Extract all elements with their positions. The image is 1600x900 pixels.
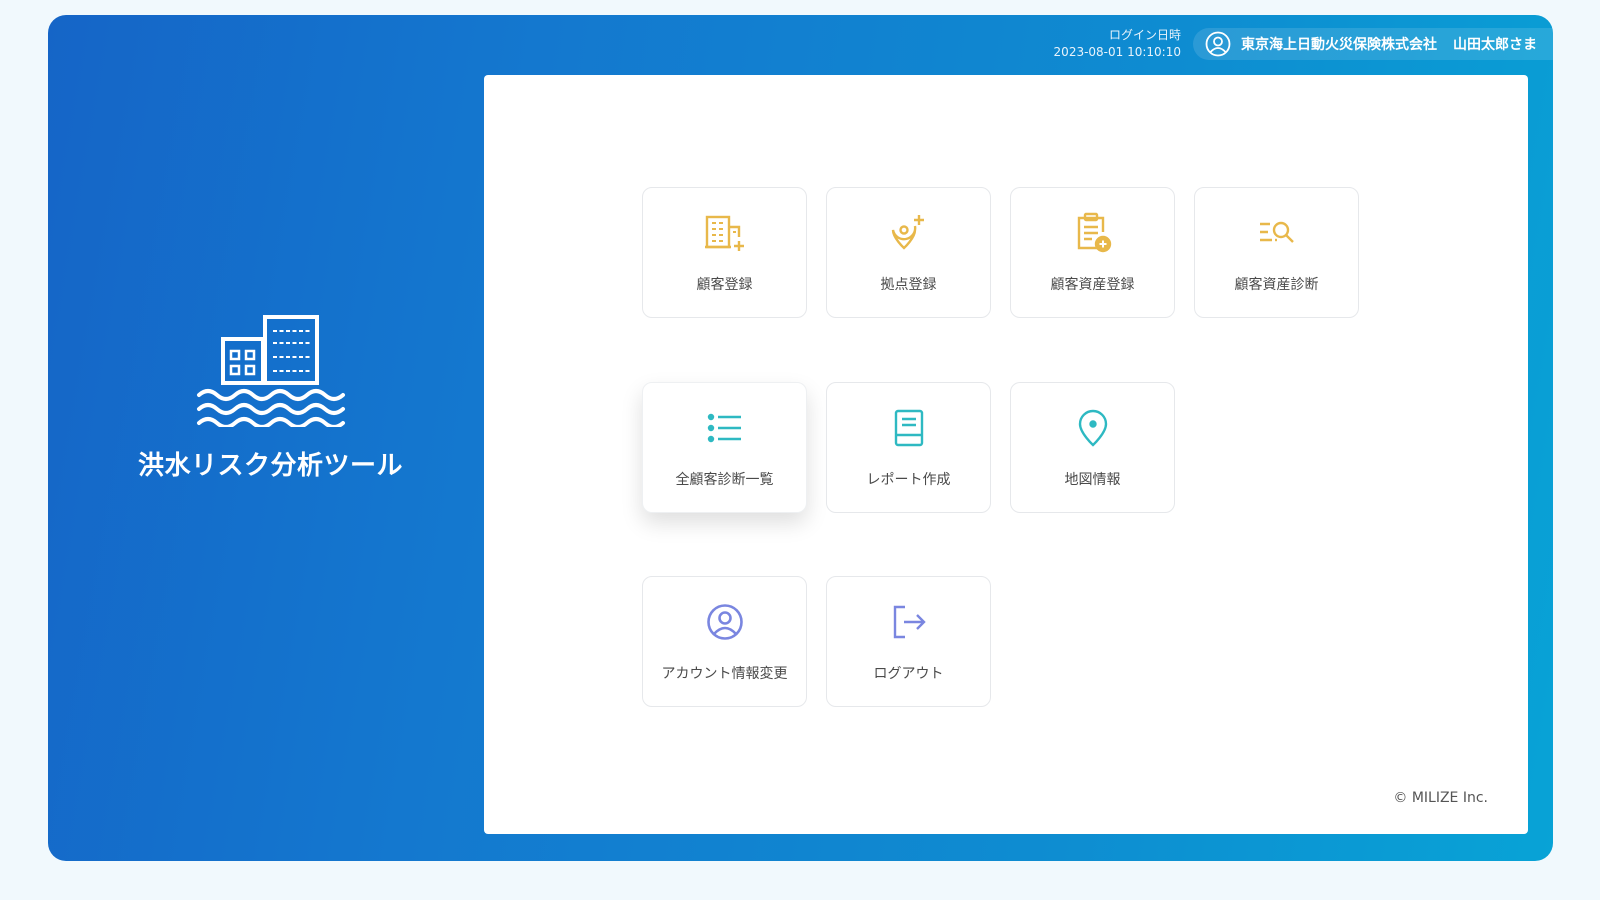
- tile-account-settings[interactable]: アカウント情報変更: [642, 576, 807, 707]
- user-menu[interactable]: 東京海上日動火災保険株式会社 山田太郎さま: [1193, 28, 1553, 60]
- login-label: ログイン日時: [1108, 28, 1181, 42]
- tile-logout[interactable]: ログアウト: [826, 576, 991, 707]
- report-icon: [893, 407, 925, 449]
- app-title: 洪水リスク分析ツール: [137, 451, 403, 481]
- list-search-icon: [1257, 212, 1297, 254]
- tile-asset-diagnosis[interactable]: 顧客資産診断: [1194, 187, 1359, 318]
- tile-all-diagnosis-list[interactable]: 全顧客診断一覧: [642, 382, 807, 513]
- tile-label: アカウント情報変更: [661, 666, 788, 682]
- tile-label: レポート作成: [866, 472, 951, 488]
- tile-asset-register[interactable]: 顧客資産登録: [1010, 187, 1175, 318]
- account-icon: [706, 601, 744, 643]
- main-panel: 顧客登録 拠点登録 顧客資産登録 顧客資産診断 全顧客診断一覧 レポート作成 地…: [484, 75, 1528, 834]
- tile-label: 地図情報: [1064, 472, 1121, 488]
- logout-icon: [891, 601, 927, 643]
- tile-map-info[interactable]: 地図情報: [1010, 382, 1175, 513]
- flood-building-logo: [196, 315, 345, 427]
- copyright: © MILIZE Inc.: [1393, 790, 1488, 806]
- tile-label: 顧客資産診断: [1234, 277, 1319, 293]
- app-frame: 洪水リスク分析ツール ログイン日時 2023-08-01 10:10:10 東京…: [48, 15, 1553, 861]
- clipboard-add-icon: [1073, 212, 1113, 254]
- user-icon: [1205, 31, 1231, 57]
- tile-site-register[interactable]: 拠点登録: [826, 187, 991, 318]
- location-add-icon: [889, 212, 929, 254]
- company-name: 東京海上日動火災保険株式会社: [1241, 37, 1437, 53]
- list-icon: [707, 407, 743, 449]
- login-info: ログイン日時 2023-08-01 10:10:10: [1054, 27, 1181, 61]
- tile-report-create[interactable]: レポート作成: [826, 382, 991, 513]
- tile-label: 拠点登録: [880, 277, 937, 293]
- header-user-area: ログイン日時 2023-08-01 10:10:10 東京海上日動火災保険株式会…: [1054, 27, 1553, 61]
- tile-label: ログアウト: [873, 666, 944, 682]
- brand: 洪水リスク分析ツール: [48, 315, 493, 482]
- tile-label: 全顧客診断一覧: [675, 472, 774, 488]
- building-add-icon: [703, 212, 747, 254]
- tile-label: 顧客登録: [696, 277, 753, 293]
- login-timestamp: 2023-08-01 10:10:10: [1053, 45, 1181, 59]
- tile-customer-register[interactable]: 顧客登録: [642, 187, 807, 318]
- tile-label: 顧客資産登録: [1050, 277, 1135, 293]
- user-name: 山田太郎さま: [1453, 37, 1537, 53]
- map-pin-icon: [1077, 407, 1109, 449]
